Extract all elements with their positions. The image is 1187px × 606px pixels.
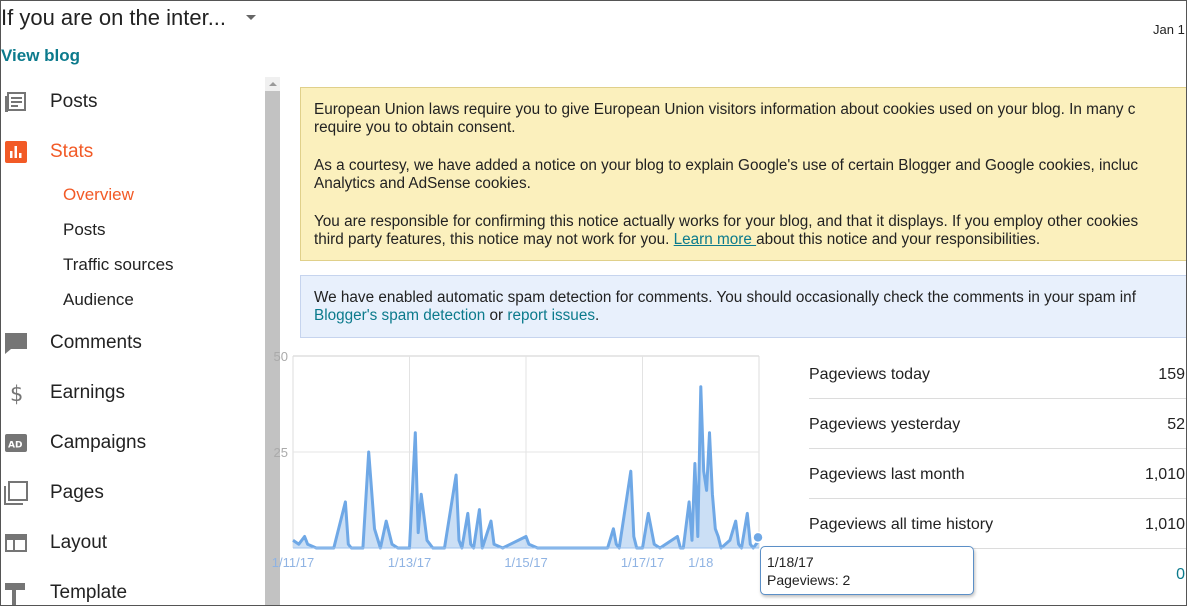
comments-icon <box>3 330 29 356</box>
template-icon <box>3 580 29 605</box>
notice-text: or <box>485 307 508 324</box>
y-tick-label: 25 <box>274 445 288 460</box>
stat-value-link[interactable]: 0 <box>1176 566 1185 584</box>
cookie-notice-paragraph: European Union laws require you to give … <box>314 101 1186 137</box>
x-tick-label: 1/17/17 <box>621 555 664 570</box>
stats-subitem-traffic-sources[interactable]: Traffic sources <box>63 255 174 275</box>
pageviews-chart[interactable]: 25 50 1/11/17 1/13/17 1/15/17 1/17/17 1/18 <box>263 345 773 575</box>
dollar-icon: $ <box>3 380 29 406</box>
sidebar-item-stats[interactable]: Stats <box>1 132 261 172</box>
stat-label: Pageviews all time history <box>809 516 994 533</box>
stats-subitem-audience[interactable]: Audience <box>63 290 134 310</box>
sidebar-item-label: Earnings <box>50 382 125 403</box>
sidebar-item-layout[interactable]: Layout <box>1 523 261 563</box>
svg-text:$: $ <box>10 382 23 405</box>
cookie-notice-paragraph: You are responsible for confirming this … <box>314 213 1186 249</box>
sidebar-item-label: Comments <box>50 332 142 353</box>
stats-icon <box>3 139 29 165</box>
sidebar-item-earnings[interactable]: $ Earnings <box>1 373 261 413</box>
blogger-dashboard: If you are on the inter... View blog Jan… <box>0 0 1187 606</box>
sidebar-item-label: Posts <box>50 91 98 112</box>
cookie-notice: European Union laws require you to give … <box>300 87 1186 261</box>
notice-text: You are responsible for confirming this … <box>314 213 1139 230</box>
sidebar-item-label: Pages <box>50 482 104 503</box>
notice-text: about this notice and your responsibilit… <box>756 231 1041 248</box>
svg-text:AD: AD <box>8 441 22 451</box>
stat-value: 1,010 <box>1144 466 1185 483</box>
sidebar-item-posts[interactable]: Posts <box>1 82 261 122</box>
blog-title[interactable]: If you are on the inter... <box>1 5 226 31</box>
stat-value: 52 <box>1167 416 1185 433</box>
notice-text: require you to obtain consent. <box>314 119 516 136</box>
notice-text: As a courtesy, we have added a notice on… <box>314 157 1139 174</box>
spam-detection-link[interactable]: Blogger's spam detection <box>314 307 485 324</box>
spam-notice: We have enabled automatic spam detection… <box>300 275 1186 338</box>
stat-value: 159 <box>1158 366 1185 383</box>
scroll-up-icon[interactable] <box>265 77 280 91</box>
sidebar-item-template[interactable]: Template <box>1 573 261 605</box>
chart-tooltip: 1/18/17 Pageviews: 2 <box>760 546 974 595</box>
notice-text: We have enabled automatic spam detection… <box>314 289 1136 306</box>
stat-row: Pageviews all time history 1,010 <box>809 499 1186 549</box>
date-range-label: Jan 1 <box>1153 22 1185 37</box>
x-tick-label: 1/11/17 <box>272 555 314 570</box>
stat-row: Pageviews last month 1,010 <box>809 449 1186 499</box>
pages-icon <box>3 480 29 506</box>
layout-icon <box>3 530 29 556</box>
notice-text: . <box>594 307 600 324</box>
sidebar-item-comments[interactable]: Comments <box>1 323 261 363</box>
sidebar-item-label: Campaigns <box>50 432 147 453</box>
report-issues-link[interactable]: report issues <box>507 307 595 324</box>
sidebar-item-label: Template <box>50 582 128 603</box>
x-tick-label: 1/13/17 <box>388 555 431 570</box>
stat-label: Pageviews yesterday <box>809 416 961 433</box>
notice-text: third party features, this notice may no… <box>314 231 674 248</box>
y-tick-label: 50 <box>274 349 288 364</box>
highlighted-data-point <box>752 531 764 544</box>
cookie-notice-paragraph: As a courtesy, we have added a notice on… <box>314 157 1186 193</box>
stat-value: 1,010 <box>1144 516 1185 533</box>
ad-icon: AD <box>3 430 29 456</box>
blog-selector-caret-icon[interactable] <box>246 15 256 20</box>
notice-text: European Union laws require you to give … <box>314 101 1136 118</box>
stat-row: Pageviews yesterday 52 <box>809 399 1186 449</box>
view-blog-link[interactable]: View blog <box>1 46 80 66</box>
sidebar-item-pages[interactable]: Pages <box>1 473 261 513</box>
sidebar-item-label: Stats <box>50 141 94 162</box>
tooltip-date: 1/18/17 <box>767 554 814 570</box>
stat-row: Pageviews today 159 <box>809 349 1186 399</box>
posts-icon <box>3 89 29 115</box>
notice-text: Analytics and AdSense cookies. <box>314 175 531 192</box>
stat-label: Pageviews last month <box>809 466 965 483</box>
x-tick-label: 1/18 <box>688 555 713 570</box>
x-tick-label: 1/15/17 <box>504 555 547 570</box>
stat-label: Pageviews today <box>809 366 930 383</box>
stats-subitem-overview[interactable]: Overview <box>63 185 134 205</box>
sidebar-item-label: Layout <box>50 532 108 553</box>
stats-subitem-posts[interactable]: Posts <box>63 220 106 240</box>
sidebar-item-campaigns[interactable]: AD Campaigns <box>1 423 261 463</box>
learn-more-link[interactable]: Learn more <box>674 231 756 248</box>
tooltip-pageviews: Pageviews: 2 <box>767 572 851 588</box>
sidebar-nav: Posts Stats Overview Posts Traffic sourc… <box>1 77 265 605</box>
